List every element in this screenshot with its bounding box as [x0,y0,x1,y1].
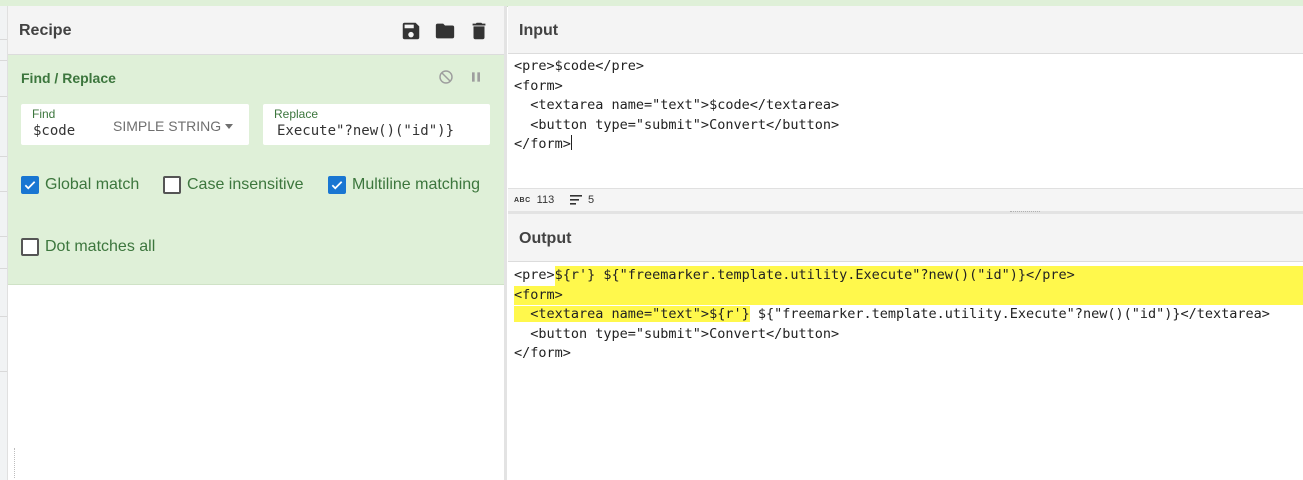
replace-label: Replace [274,107,319,121]
find-mode-dropdown[interactable]: SIMPLE STRING [113,118,234,134]
recipe-header: Recipe [8,6,504,55]
case-insensitive-label: Case insensitive [187,176,304,193]
global-match-label: Global match [45,176,140,193]
multiline-matching-label: Multiline matching [352,176,481,193]
folder-icon[interactable] [434,20,456,42]
trash-icon[interactable] [468,20,490,42]
replace-input[interactable]: Execute"?new()("id")} [277,123,487,139]
line-count-value: 5 [588,194,595,206]
save-icon[interactable] [400,20,422,42]
replace-field[interactable]: Replace Execute"?new()("id")} [263,104,490,145]
input-line: <pre>$code</pre> [514,58,645,74]
input-line: <form> [514,77,563,94]
input-title: Input [519,22,559,39]
find-input[interactable]: $code [33,123,75,139]
checkbox-unchecked-icon[interactable] [21,238,39,256]
recipe-title: Recipe [19,22,72,39]
find-field[interactable]: Find $code SIMPLE STRING [21,104,249,145]
output-match-highlight: ${r'} ${"freemarker.template.utility.Exe… [554,266,1303,286]
find-replace-operation[interactable]: Find / Replace Find $code SIMPLE STRING … [8,55,504,285]
output-line-5: </form> [514,345,571,362]
output-line-4: <button type="submit">Convert</button> [514,325,840,342]
output-line-2: <form> [514,285,1303,306]
input-line: <button type="submit">Convert</button> [514,116,840,133]
disable-icon[interactable] [438,69,454,85]
output-match-highlight: <textarea name="text">${r'} [514,306,750,323]
output-line-1-prefix: <pre> [514,267,555,283]
vertical-divider[interactable] [504,6,507,480]
global-match-checkbox[interactable]: Global match [21,176,139,194]
case-insensitive-checkbox[interactable]: Case insensitive [163,176,304,194]
dot-matches-all-checkbox[interactable]: Dot matches all [21,238,155,256]
recipe-panel: Recipe Find / Replace Find $code SIMPLE … [8,6,504,480]
lines-icon [570,195,582,205]
chevron-down-icon [225,124,234,129]
checkbox-checked-icon[interactable] [328,176,346,194]
operation-title: Find / Replace [21,70,116,86]
input-status-bar: ABC 113 5 [508,188,1303,211]
abc-icon: ABC [514,196,531,204]
line-count: 5 [570,194,594,206]
input-line: </form> [514,136,571,153]
find-label: Find [32,107,56,121]
char-count: ABC 113 [514,194,554,206]
output-text[interactable]: <pre>${r'} ${"freemarker.template.utilit… [514,266,1303,364]
checkbox-checked-icon[interactable] [21,176,39,194]
input-textarea[interactable]: <pre>$code</pre> <form> <textarea name="t… [514,57,839,155]
text-cursor [570,135,572,151]
output-header: Output [508,214,1303,262]
pause-icon[interactable] [468,69,484,85]
input-header: Input [508,6,1303,54]
input-panel: Input <pre>$code</pre> <form> <textarea n… [508,6,1303,211]
input-line: <textarea name="text">$code</textarea> [514,97,840,114]
multiline-matching-checkbox[interactable]: Multiline matching [328,176,480,194]
find-mode-label: SIMPLE STRING [113,118,222,134]
output-line-3-rest: ${"freemarker.template.utility.Execute"?… [749,306,1270,323]
output-panel: Output <pre>${r'} ${"freemarker.template… [508,214,1303,480]
char-count-value: 113 [536,194,555,206]
operations-panel-edge [0,6,8,480]
output-title: Output [519,230,572,247]
resize-handle[interactable] [14,448,16,478]
dot-matches-all-label: Dot matches all [45,238,156,255]
checkbox-unchecked-icon[interactable] [163,176,181,194]
